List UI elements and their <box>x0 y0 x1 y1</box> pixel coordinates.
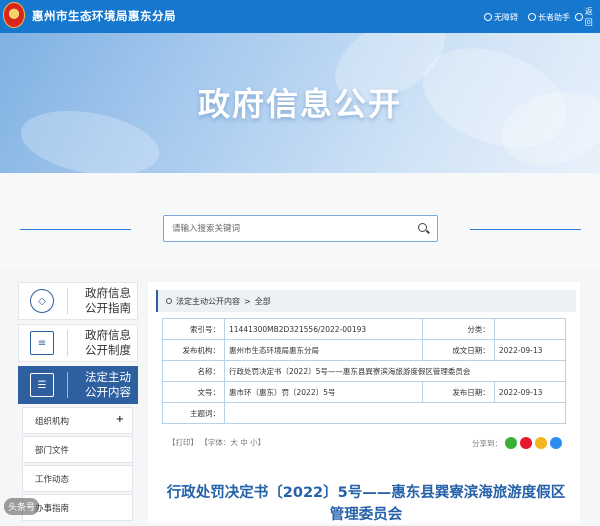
divider <box>67 288 68 314</box>
divider <box>470 229 581 230</box>
back-label: 返回 <box>584 7 593 27</box>
sidebar-item-system[interactable]: ≡ 政府信息公开制度 <box>18 324 138 362</box>
submenu-item-label: 工作动态 <box>35 474 70 485</box>
pubdate-value: 2022-09-13 <box>493 381 567 403</box>
elder-assist-icon <box>528 13 536 21</box>
accessibility-button[interactable]: 无障碍 <box>484 10 518 24</box>
site-name: 惠州市生态环境局惠东分局 <box>32 9 176 23</box>
breadcrumb: 法定主动公开内容 > 全部 <box>156 290 576 312</box>
banner-title: 政府信息公开 <box>197 85 402 123</box>
back-icon <box>575 13 583 21</box>
divider <box>67 330 68 356</box>
document-title: 行政处罚决定书〔2022〕5号——惠东县巽寮滨海旅游度假区管理委员会 <box>166 485 566 523</box>
date-label: 成文日期： <box>421 339 495 361</box>
submenu-item-documents[interactable]: 部门文件 <box>22 436 133 463</box>
main-content: 法定主动公开内容 > 全部 索引号： 11441300MB2D321556/20… <box>148 282 580 524</box>
category-value <box>493 318 567 340</box>
submenu-item-organization[interactable]: 组织机构 + <box>22 407 133 434</box>
share-bar: 分享到： <box>472 437 562 449</box>
list-icon: ≡ <box>30 331 54 355</box>
article-toolbar: 【打印】 【字体：大 中 小】 分享到： <box>168 437 568 453</box>
watermark: 头条号 <box>4 498 40 515</box>
document-icon: ☰ <box>30 373 54 397</box>
submenu-item-label: 组织机构 <box>35 416 70 427</box>
accessibility-icon <box>484 13 492 21</box>
wechat-icon[interactable] <box>505 437 517 449</box>
qq-icon[interactable] <box>550 437 562 449</box>
elder-assist-label: 长者助手 <box>538 12 570 22</box>
breadcrumb-separator: > <box>244 296 251 306</box>
topic-value <box>224 402 566 424</box>
top-bar: 惠州市生态环境局惠东分局 无障碍 长者助手 返回 <box>0 0 600 33</box>
search-icon[interactable] <box>418 223 427 232</box>
share-label: 分享到： <box>472 438 502 448</box>
breadcrumb-link[interactable]: 法定主动公开内容 <box>176 296 240 307</box>
date-value: 2022-09-13 <box>493 339 567 361</box>
name-label: 名称： <box>162 360 225 382</box>
search-box <box>163 215 438 242</box>
elder-assist-button[interactable]: 长者助手 <box>528 10 570 24</box>
search-input[interactable] <box>164 216 404 242</box>
search-area <box>0 173 600 268</box>
expand-icon[interactable]: + <box>116 414 124 425</box>
submenu-item-news[interactable]: 工作动态 <box>22 465 133 492</box>
breadcrumb-link[interactable]: 全部 <box>255 296 271 307</box>
sidebar-item-label: 政府信息公开指南 <box>85 286 131 315</box>
index-value: 11441300MB2D321556/2022-00193 <box>224 318 423 340</box>
banner: 政府信息公开 <box>0 33 600 173</box>
pubdate-label: 发布日期： <box>421 381 495 403</box>
divider <box>67 372 68 398</box>
name-value: 行政处罚决定书〔2022〕5号——惠东县巽寮滨海旅游度假区管理委员会 <box>224 360 566 382</box>
location-icon <box>166 298 172 304</box>
publisher-label: 发布机构： <box>162 339 225 361</box>
docno-value: 惠市环（惠东）罚〔2022〕5号 <box>224 381 423 403</box>
accessibility-label: 无障碍 <box>494 12 518 22</box>
topic-label: 主题词： <box>162 402 225 424</box>
qzone-icon[interactable] <box>535 437 547 449</box>
national-emblem-icon <box>3 2 25 28</box>
category-label: 分类： <box>421 318 495 340</box>
divider <box>20 229 131 230</box>
sidebar-item-label: 法定主动公开内容 <box>85 370 131 399</box>
compass-icon: ◇ <box>30 289 54 313</box>
docno-label: 文号： <box>162 381 225 403</box>
submenu-item-label: 办事指南 <box>35 503 70 514</box>
weibo-icon[interactable] <box>520 437 532 449</box>
sidebar-item-content[interactable]: ☰ 法定主动公开内容 <box>18 366 138 404</box>
index-label: 索引号： <box>162 318 225 340</box>
submenu-item-label: 部门文件 <box>35 445 70 456</box>
sidebar-item-guide[interactable]: ◇ 政府信息公开指南 <box>18 282 138 320</box>
metadata-table: 索引号： 11441300MB2D321556/2022-00193 分类： 发… <box>162 318 567 424</box>
print-button[interactable]: 【打印】 <box>168 438 198 447</box>
back-button[interactable]: 返回 <box>575 7 600 27</box>
sidebar-item-label: 政府信息公开制度 <box>85 328 131 357</box>
font-size-control[interactable]: 【字体：大 中 小】 <box>200 438 265 447</box>
publisher-value: 惠州市生态环境局惠东分局 <box>224 339 423 361</box>
